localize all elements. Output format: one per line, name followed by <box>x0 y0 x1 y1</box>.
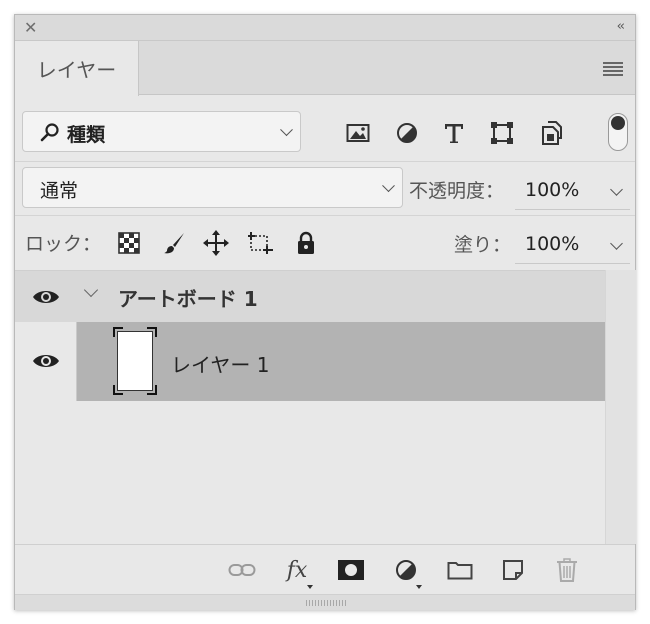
smart-object-filter-icon[interactable] <box>539 121 565 145</box>
fx-icon[interactable]: fx <box>283 557 313 589</box>
eye-icon[interactable] <box>32 288 60 306</box>
layers-list: アートボード 1 レイヤー 1 <box>15 270 605 544</box>
new-group-icon[interactable] <box>446 557 474 583</box>
new-layer-icon[interactable] <box>499 557 527 583</box>
shape-filter-icon[interactable] <box>489 121 515 145</box>
filter-type-value: 種類 <box>67 124 106 146</box>
fill-value: 100% <box>525 233 580 255</box>
fill-field[interactable]: 100% <box>515 224 630 264</box>
adjustment-layer-icon[interactable] <box>392 557 422 589</box>
filter-toggle[interactable] <box>608 113 628 151</box>
scrollbar[interactable] <box>605 270 636 544</box>
panel-titlebar: ✕ ‹‹ <box>15 15 635 41</box>
resize-grip[interactable] <box>15 594 635 610</box>
lock-label: ロック： <box>25 233 102 255</box>
lock-row: ロック： 塗り： 100% <box>15 215 635 269</box>
chevron-down-icon <box>610 183 623 196</box>
filter-row: 種類 <box>15 95 635 161</box>
layer-visibility-cell[interactable] <box>15 322 77 401</box>
artboard-name: アートボード 1 <box>118 287 258 311</box>
layers-panel: ✕ ‹‹ レイヤー 種類 通常 不透明度： 100% ロック： 塗り： 100%… <box>14 14 636 610</box>
grip-lines <box>306 600 346 606</box>
chevron-down-icon <box>382 178 395 192</box>
toggle-knob <box>611 116 625 130</box>
link-layers-icon[interactable] <box>228 557 256 583</box>
layer-item[interactable]: レイヤー 1 <box>77 322 605 401</box>
chevron-down-icon <box>610 237 623 250</box>
adjustment-filter-icon[interactable] <box>394 121 420 145</box>
layer-name: レイヤー 1 <box>171 353 270 377</box>
collapse-icon[interactable]: ‹‹ <box>617 19 626 34</box>
fx-label: fx <box>286 557 308 583</box>
blend-mode-select[interactable]: 通常 <box>22 167 403 208</box>
fill-label: 塗り： <box>454 234 512 256</box>
panel-menu-icon[interactable] <box>603 62 623 76</box>
close-icon[interactable]: ✕ <box>24 18 37 37</box>
filter-type-select[interactable]: 種類 <box>22 111 301 152</box>
type-filter-icon[interactable] <box>441 121 467 145</box>
blend-row: 通常 不透明度： 100% <box>15 161 635 215</box>
opacity-field[interactable]: 100% <box>515 170 630 210</box>
layer-mask-icon[interactable] <box>337 557 365 583</box>
opacity-value: 100% <box>525 179 580 201</box>
lock-artboard-icon[interactable] <box>248 230 274 256</box>
image-filter-icon[interactable] <box>345 121 371 145</box>
tab-strip: レイヤー <box>15 41 635 96</box>
layer-thumbnail <box>113 327 157 395</box>
chevron-down-icon[interactable] <box>83 282 99 298</box>
lock-transparency-icon[interactable] <box>116 230 142 256</box>
eye-icon[interactable] <box>32 352 60 370</box>
blend-mode-value: 通常 <box>40 180 79 202</box>
lock-position-icon[interactable] <box>203 230 229 256</box>
tab-layers[interactable]: レイヤー <box>15 41 139 96</box>
search-icon <box>40 123 59 142</box>
opacity-label: 不透明度： <box>409 180 505 202</box>
tab-layers-label: レイヤー <box>36 58 117 82</box>
trash-icon[interactable] <box>553 557 581 583</box>
lock-pixels-icon[interactable] <box>161 230 187 256</box>
artboard-row[interactable]: アートボード 1 <box>15 271 605 322</box>
layers-toolbar: fx <box>15 544 635 594</box>
lock-all-icon[interactable] <box>293 230 319 256</box>
layer-row[interactable]: レイヤー 1 <box>15 322 605 401</box>
chevron-down-icon <box>280 122 293 136</box>
